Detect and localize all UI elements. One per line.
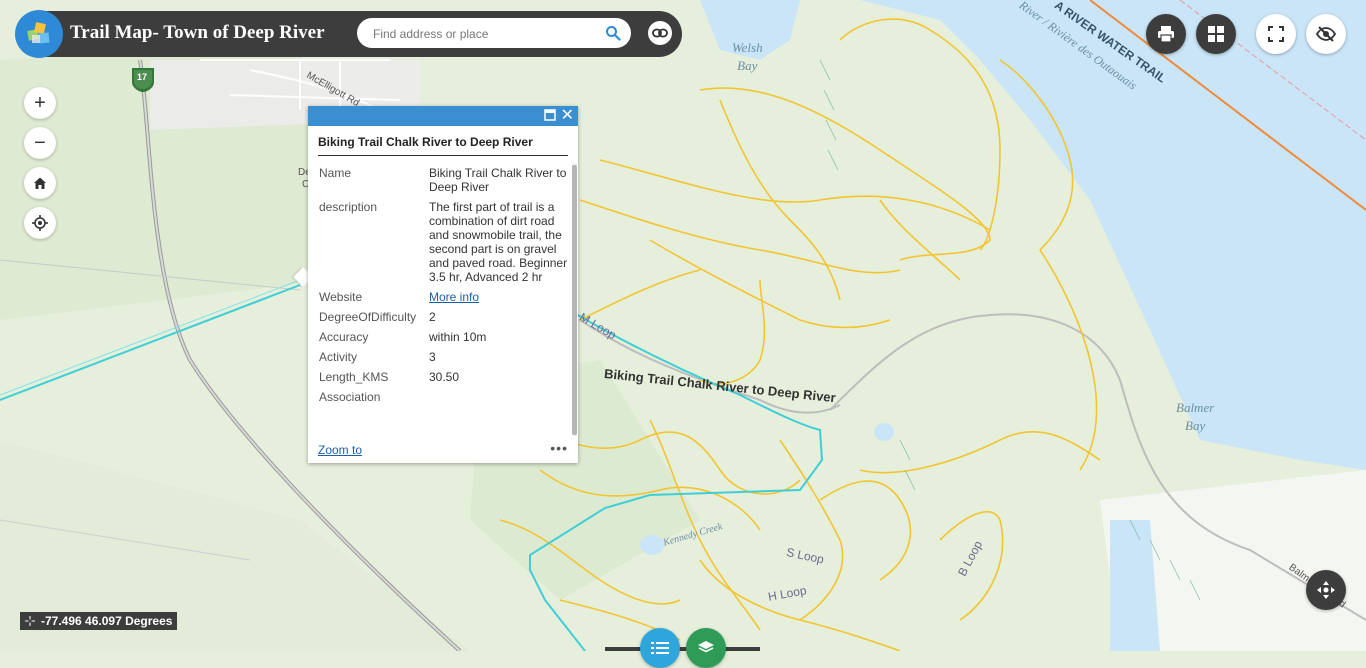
- popup-attribute-list[interactable]: Name Biking Trail Chalk River to Deep Ri…: [308, 163, 570, 433]
- attribute-field: description: [319, 200, 378, 214]
- layers-icon: [698, 641, 714, 653]
- welsh-bay-label: Welsh Bay: [732, 40, 763, 73]
- basemap: [0, 0, 1366, 653]
- hide-ui-button[interactable]: [1306, 14, 1346, 54]
- popup-titlebar: ✕: [308, 106, 578, 126]
- zoom-in-button[interactable]: +: [24, 87, 56, 119]
- print-icon: [1158, 26, 1174, 43]
- crosshair-icon: [25, 616, 35, 626]
- attribute-field: Association: [319, 390, 381, 404]
- locate-button[interactable]: [24, 207, 56, 239]
- attribute-row: DegreeOfDifficulty 2: [319, 307, 569, 327]
- attribute-row: Activity 3: [319, 347, 569, 367]
- attribute-field: Accuracy: [319, 330, 369, 344]
- attribute-value: 30.50: [429, 370, 460, 384]
- coordinate-text: -77.496 46.097 Degrees: [41, 614, 173, 628]
- popup-close-button[interactable]: ✕: [561, 107, 574, 125]
- feature-popup: ✕ Biking Trail Chalk River to Deep River…: [308, 106, 578, 463]
- home-icon: [34, 177, 46, 189]
- print-button[interactable]: [1146, 14, 1186, 54]
- highway-number: 17: [137, 72, 148, 82]
- attribute-value: Biking Trail Chalk River to Deep River: [429, 166, 567, 194]
- zoom-out-button[interactable]: −: [24, 127, 56, 159]
- pan-arrows-icon: [1317, 581, 1335, 599]
- attribute-row: Accuracy within 10m: [319, 327, 569, 347]
- list-icon: [651, 642, 669, 654]
- app-title: Trail Map- Town of Deep River: [70, 22, 325, 43]
- attribute-field: Name: [319, 166, 352, 180]
- coordinate-display[interactable]: -77.496 46.097 Degrees: [20, 612, 178, 630]
- attribute-row: Website More info: [319, 287, 569, 307]
- popup-more-button[interactable]: •••: [550, 440, 568, 456]
- fullscreen-button[interactable]: [1256, 14, 1296, 54]
- attribute-value: The first part of trail is a combination…: [429, 200, 568, 284]
- attribute-row: description The first part of trail is a…: [319, 197, 569, 287]
- home-button[interactable]: [24, 167, 56, 199]
- attribute-field: Length_KMS: [319, 370, 389, 384]
- search-box: [357, 18, 631, 48]
- eye-off-icon: [1316, 26, 1336, 42]
- attribute-value: within 10m: [429, 330, 487, 344]
- legend-button[interactable]: [640, 628, 680, 668]
- attribute-row: Name Biking Trail Chalk River to Deep Ri…: [319, 163, 569, 197]
- layers-button[interactable]: [686, 628, 726, 668]
- more-info-link[interactable]: More info: [429, 290, 479, 304]
- search-icon: [606, 26, 621, 41]
- popup-scrollbar[interactable]: [572, 163, 577, 436]
- grid-icon: [1208, 26, 1224, 42]
- share-link-button[interactable]: [648, 21, 672, 45]
- attribute-field: Website: [319, 290, 363, 304]
- attribute-field: Activity: [319, 350, 358, 364]
- locate-icon: [32, 215, 48, 231]
- attribute-value: 3: [429, 350, 436, 364]
- search-input[interactable]: [371, 18, 595, 48]
- attribute-row: Length_KMS 30.50: [319, 367, 569, 387]
- popup-scrollbar-thumb[interactable]: [572, 165, 577, 435]
- attribute-value: 2: [429, 310, 436, 324]
- fullscreen-icon: [1268, 26, 1284, 42]
- attribute-field: DegreeOfDifficulty: [319, 310, 417, 324]
- attribute-value: [429, 387, 569, 407]
- app-header: Trail Map- Town of Deep River: [15, 10, 682, 58]
- balmer-bay-label: Balmer Bay: [1176, 400, 1215, 433]
- grid-button[interactable]: [1196, 14, 1236, 54]
- zoom-to-link[interactable]: Zoom to: [318, 443, 362, 457]
- map-canvas[interactable]: Welsh Bay Balmer Bay River / Rivière des O…: [0, 0, 1366, 653]
- maximize-icon[interactable]: [544, 109, 556, 121]
- popup-title: Biking Trail Chalk River to Deep River: [318, 135, 568, 156]
- navigation-toggle-button[interactable]: [1306, 570, 1346, 610]
- link-icon: [652, 28, 668, 38]
- bottom-panel-edge: [605, 647, 760, 651]
- search-button[interactable]: [603, 23, 623, 43]
- popup-footer: Zoom to •••: [318, 440, 568, 457]
- cube-logo-icon: [15, 10, 63, 58]
- attribute-row: Association: [319, 387, 569, 407]
